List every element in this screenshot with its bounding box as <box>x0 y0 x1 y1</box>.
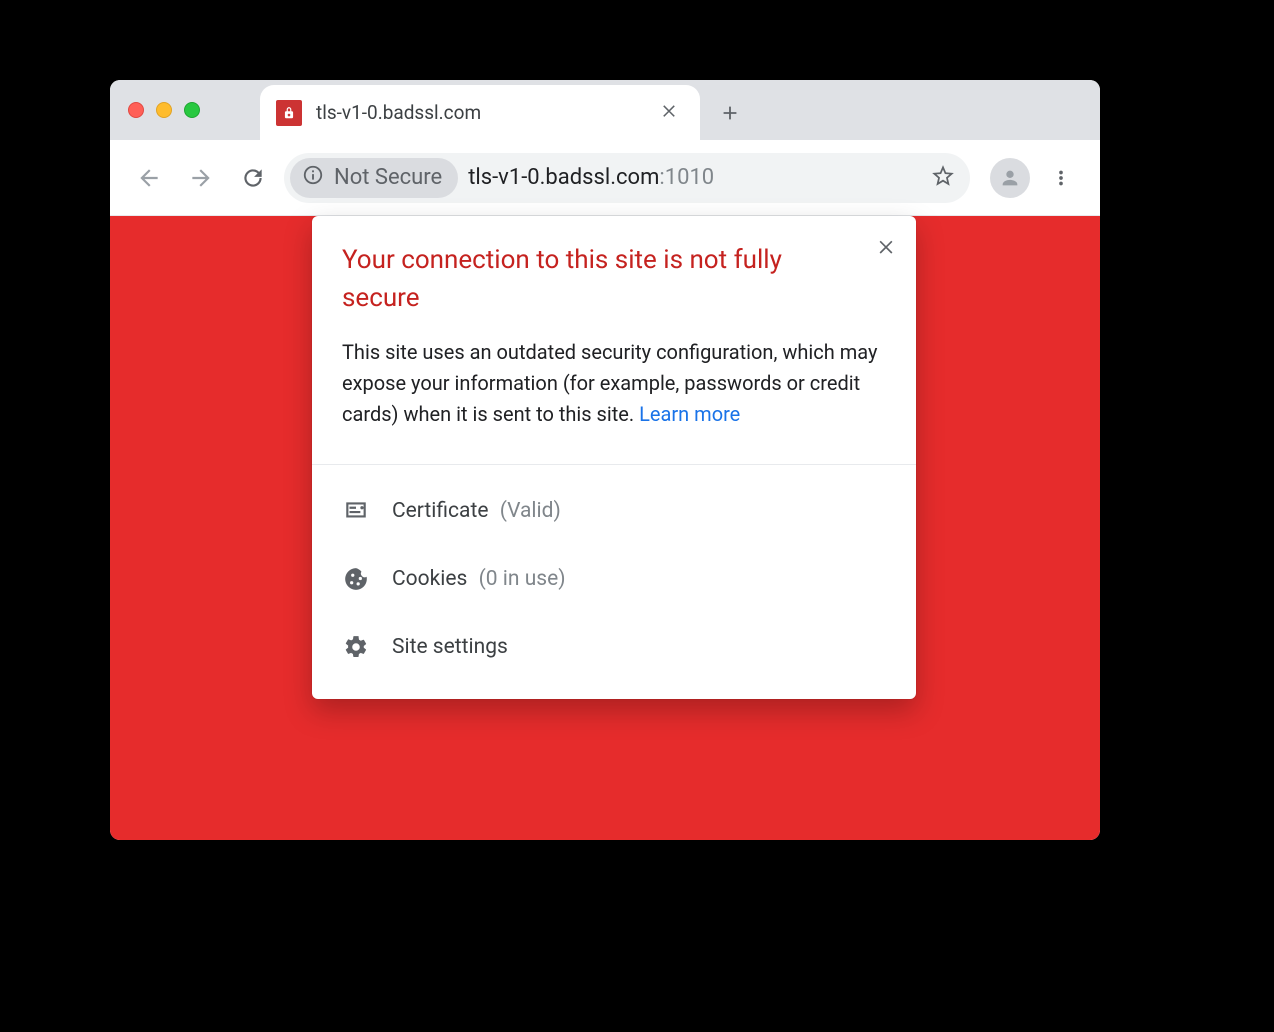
forward-button[interactable] <box>180 157 222 199</box>
toolbar: Not Secure tls-v1-0.badssl.com:1010 <box>110 140 1100 216</box>
cookies-label: Cookies <box>392 567 467 591</box>
omnibox-url: tls-v1-0.badssl.com:1010 <box>468 165 714 190</box>
gear-icon <box>342 633 370 661</box>
reload-button[interactable] <box>232 157 274 199</box>
certificate-label: Certificate <box>392 499 488 523</box>
popover-title: Your connection to this site is not full… <box>342 242 802 317</box>
bookmark-button[interactable] <box>930 163 956 193</box>
cookie-icon <box>342 565 370 593</box>
site-settings-item[interactable]: Site settings <box>312 613 916 681</box>
profile-button[interactable] <box>990 158 1030 198</box>
site-info-popover: Your connection to this site is not full… <box>312 216 916 699</box>
popover-description: This site uses an outdated security conf… <box>342 337 886 430</box>
maximize-window-button[interactable] <box>184 102 200 118</box>
info-icon <box>302 164 324 192</box>
new-tab-button[interactable] <box>700 85 760 140</box>
close-window-button[interactable] <box>128 102 144 118</box>
certificate-status: (Valid) <box>500 499 561 523</box>
tab-strip: tls-v1-0.badssl.com <box>110 80 1100 140</box>
cookies-item[interactable]: Cookies (0 in use) <box>312 545 916 613</box>
cookies-status: (0 in use) <box>479 567 566 591</box>
tab-close-button[interactable] <box>654 100 684 125</box>
omnibox[interactable]: Not Secure tls-v1-0.badssl.com:1010 <box>284 153 970 203</box>
omnibox-url-host: tls-v1-0.badssl.com <box>468 165 659 190</box>
app-menu-button[interactable] <box>1040 157 1082 199</box>
learn-more-link[interactable]: Learn more <box>639 402 740 426</box>
back-button[interactable] <box>128 157 170 199</box>
certificate-icon <box>342 497 370 525</box>
popover-close-button[interactable] <box>872 232 900 260</box>
site-settings-label: Site settings <box>392 635 508 659</box>
popover-description-text: This site uses an outdated security conf… <box>342 340 877 426</box>
certificate-item[interactable]: Certificate (Valid) <box>312 477 916 545</box>
tab-title: tls-v1-0.badssl.com <box>316 101 640 124</box>
security-chip[interactable]: Not Secure <box>290 158 458 198</box>
omnibox-url-port: :1010 <box>659 165 714 190</box>
window-controls <box>128 102 200 118</box>
browser-window: tls-v1-0.badssl.com Not Secure <box>110 80 1100 840</box>
security-chip-label: Not Secure <box>334 165 442 190</box>
browser-tab[interactable]: tls-v1-0.badssl.com <box>260 85 700 140</box>
lock-insecure-icon <box>276 100 302 126</box>
minimize-window-button[interactable] <box>156 102 172 118</box>
